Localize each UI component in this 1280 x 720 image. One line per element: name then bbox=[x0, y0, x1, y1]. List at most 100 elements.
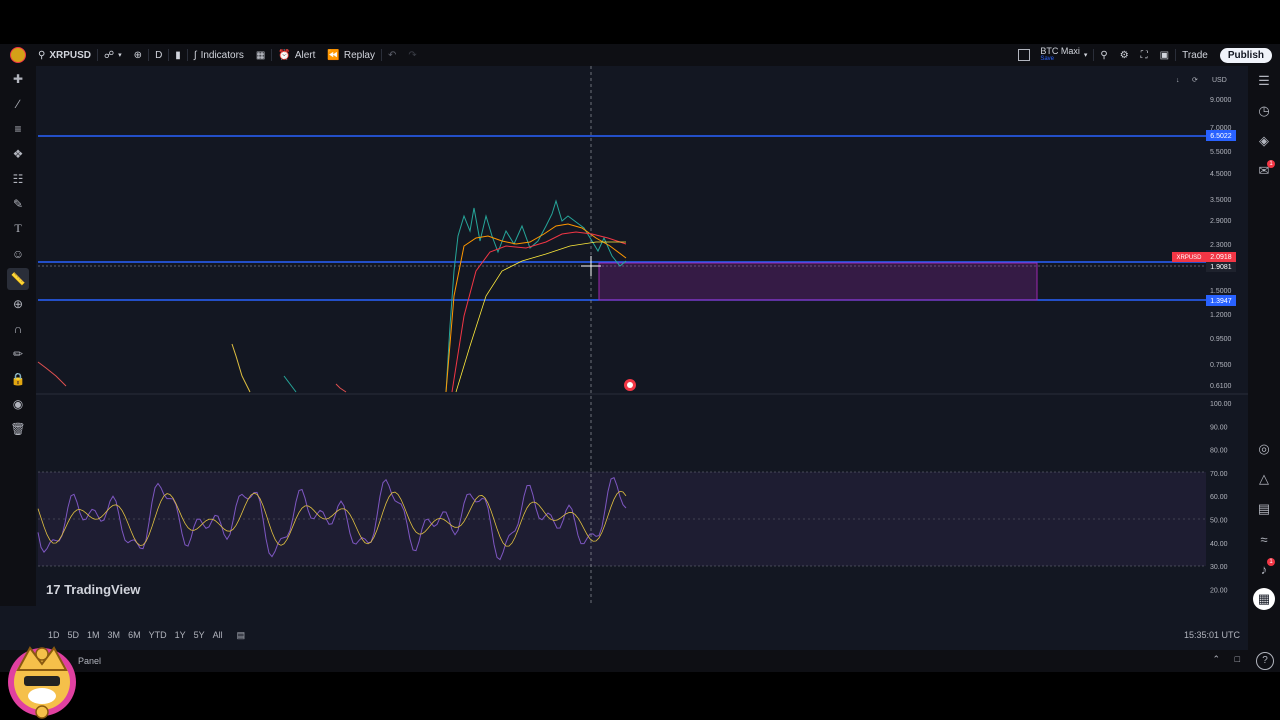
indicators-button[interactable]: ∫ Indicators bbox=[188, 44, 250, 66]
eye-icon: ◉ bbox=[12, 396, 24, 411]
trade-button[interactable]: Trade bbox=[1176, 44, 1214, 66]
ruler-icon: 📏 bbox=[10, 271, 26, 286]
maximize-icon[interactable]: □ bbox=[1235, 654, 1240, 664]
range-all[interactable]: All bbox=[209, 630, 227, 640]
range-6m[interactable]: 6M bbox=[124, 630, 145, 640]
utc-clock[interactable]: 15:35:01 UTC bbox=[1180, 630, 1244, 640]
marker-level-high[interactable]: 6.5022 bbox=[1206, 130, 1236, 141]
fib-icon: ≡ bbox=[14, 121, 22, 136]
price-tick-label: 5.5000 bbox=[1210, 149, 1232, 156]
chat-button[interactable]: ✉ 1 bbox=[1253, 160, 1275, 182]
brush-tool[interactable]: ✎ bbox=[7, 193, 29, 215]
marker-symbol-text: XRPUSD bbox=[1176, 255, 1202, 261]
watchlist-button[interactable]: ☰ bbox=[1253, 70, 1275, 92]
range-ytd[interactable]: YTD bbox=[145, 630, 171, 640]
help-button[interactable]: ? bbox=[1256, 652, 1274, 670]
date-picker-button[interactable]: ▤ bbox=[233, 630, 250, 641]
event-flag-dot bbox=[627, 382, 633, 388]
icon-tool[interactable]: ☺ bbox=[7, 243, 29, 265]
pattern-tool[interactable]: ❖ bbox=[7, 143, 29, 165]
calendar-button[interactable]: ▤ bbox=[1253, 498, 1275, 520]
symbol-search[interactable]: ⚲ XRPUSD bbox=[32, 44, 97, 66]
undo-icon: ↶ bbox=[387, 49, 397, 61]
fib-tool[interactable]: ≡ bbox=[7, 118, 29, 140]
rsi-tick-label: 80.00 bbox=[1210, 448, 1228, 455]
range-1d[interactable]: 1D bbox=[44, 630, 64, 640]
watermark-text: TradingView bbox=[64, 582, 141, 597]
settings-button[interactable]: ⚙ bbox=[1114, 44, 1135, 66]
trade-label: Trade bbox=[1182, 49, 1208, 61]
trendline-tool[interactable]: ∕ bbox=[7, 93, 29, 115]
marker-level-low-text: 1.3947 bbox=[1210, 298, 1232, 305]
alert-button[interactable]: ⏰ Alert bbox=[272, 44, 321, 66]
remove-tool[interactable]: 🗑 bbox=[7, 418, 29, 440]
forecast-tool[interactable]: ☷ bbox=[7, 168, 29, 190]
download-icon[interactable]: ↓ bbox=[1176, 77, 1180, 84]
zoom-in-icon: ⊕ bbox=[12, 296, 24, 311]
target-button[interactable]: ◎ bbox=[1253, 438, 1275, 460]
publish-label: Publish bbox=[1219, 47, 1272, 63]
refresh-icon[interactable]: ⟳ bbox=[1192, 77, 1198, 84]
redo-button[interactable]: ↷ bbox=[402, 44, 422, 66]
notification-badge: 1 bbox=[1267, 160, 1275, 168]
ruler-tool[interactable]: 📏 bbox=[7, 267, 29, 290]
tv-logo-mark: 17 bbox=[46, 582, 64, 597]
rsi-tick-label: 20.00 bbox=[1210, 587, 1228, 594]
price-chart[interactable]: 9.00007.00005.50004.50003.50002.90002.30… bbox=[36, 66, 1248, 606]
templates-button[interactable]: ▦ bbox=[250, 44, 271, 66]
layout-name-group: BTC Maxi Save bbox=[1040, 47, 1080, 63]
news-button[interactable]: ≈ bbox=[1253, 528, 1275, 550]
top-toolbar: ⚲ XRPUSD ☍ ▾ ⊕ D ▮ ∫ Indicators ▦ ⏰ Aler… bbox=[0, 44, 1280, 66]
drawing-mode-tool[interactable]: ✏ bbox=[7, 343, 29, 365]
marker-price-text: 2.0918 bbox=[1210, 254, 1232, 261]
snapshot-button[interactable]: ▣ bbox=[1154, 44, 1175, 66]
add-symbol-button[interactable]: ⊕ bbox=[128, 44, 148, 66]
zoom-tool[interactable]: ⊕ bbox=[7, 293, 29, 315]
replay-button[interactable]: ⏪ Replay bbox=[321, 44, 381, 66]
range-5d[interactable]: 5D bbox=[64, 630, 84, 640]
fullscreen-button[interactable]: ⛶ bbox=[1135, 44, 1154, 66]
apps-button[interactable]: ▦ bbox=[1253, 588, 1275, 610]
price-tick-label: 1.2000 bbox=[1210, 312, 1232, 319]
target-icon: ◎ bbox=[1258, 441, 1270, 456]
currency-selector[interactable]: USD bbox=[1212, 77, 1227, 84]
lock-tool[interactable]: 🔒 bbox=[7, 368, 29, 390]
rsi-tick-label: 50.00 bbox=[1210, 518, 1228, 525]
chart-type-button[interactable]: ▮ bbox=[169, 44, 187, 66]
range-5y[interactable]: 5Y bbox=[190, 630, 209, 640]
publish-button[interactable]: Publish bbox=[1214, 44, 1280, 66]
price-tick-label: 1.5000 bbox=[1210, 288, 1232, 295]
replay-label: Replay bbox=[343, 49, 375, 61]
calendar-icon: ▤ bbox=[236, 629, 246, 640]
compare-button[interactable]: ☍ ▾ bbox=[98, 44, 128, 66]
magnet-tool[interactable]: ∩ bbox=[7, 318, 29, 340]
marker-level-high-text: 6.5022 bbox=[1210, 133, 1232, 140]
hide-tool[interactable]: ◉ bbox=[7, 393, 29, 415]
tradingview-logo: 17 TradingView bbox=[46, 582, 141, 597]
notifications-button[interactable]: ♪ 1 bbox=[1253, 558, 1275, 580]
quick-search-button[interactable]: ⚲ bbox=[1094, 44, 1113, 66]
pattern-icon: ❖ bbox=[12, 146, 24, 161]
interval-button[interactable]: D bbox=[149, 44, 168, 66]
rsi-tick-label: 30.00 bbox=[1210, 564, 1228, 571]
marker-level-low[interactable]: 1.3947 bbox=[1206, 295, 1236, 306]
layout-button[interactable]: BTC Maxi Save ▾ bbox=[1012, 44, 1093, 66]
range-3m[interactable]: 3M bbox=[104, 630, 125, 640]
crosshair-tool[interactable]: ✚ bbox=[7, 68, 29, 90]
text-tool[interactable]: T bbox=[7, 218, 29, 240]
chevron-up-icon[interactable]: ⌃ bbox=[1212, 654, 1220, 665]
range-1y[interactable]: 1Y bbox=[171, 630, 190, 640]
ideas-button[interactable]: △ bbox=[1253, 468, 1275, 490]
gear-icon: ⚙ bbox=[1119, 49, 1129, 61]
rsi-tick-label: 60.00 bbox=[1210, 494, 1228, 501]
layers-button[interactable]: ◈ bbox=[1253, 130, 1275, 152]
magnet-icon: ∩ bbox=[13, 321, 23, 336]
range-zone[interactable] bbox=[598, 262, 1038, 301]
clock-icon: ◷ bbox=[1258, 103, 1270, 118]
avatar[interactable] bbox=[0, 44, 32, 66]
alerts-button[interactable]: ◷ bbox=[1253, 100, 1275, 122]
range-1m[interactable]: 1M bbox=[83, 630, 104, 640]
undo-button[interactable]: ↶ bbox=[382, 44, 402, 66]
panel-bar: Panel ⌃ □ bbox=[0, 650, 1280, 672]
right-sidebar: ☰ ◷ ◈ ✉ 1 ◎ △ ▤ ≈ ♪ 1 ▦ bbox=[1248, 66, 1280, 666]
